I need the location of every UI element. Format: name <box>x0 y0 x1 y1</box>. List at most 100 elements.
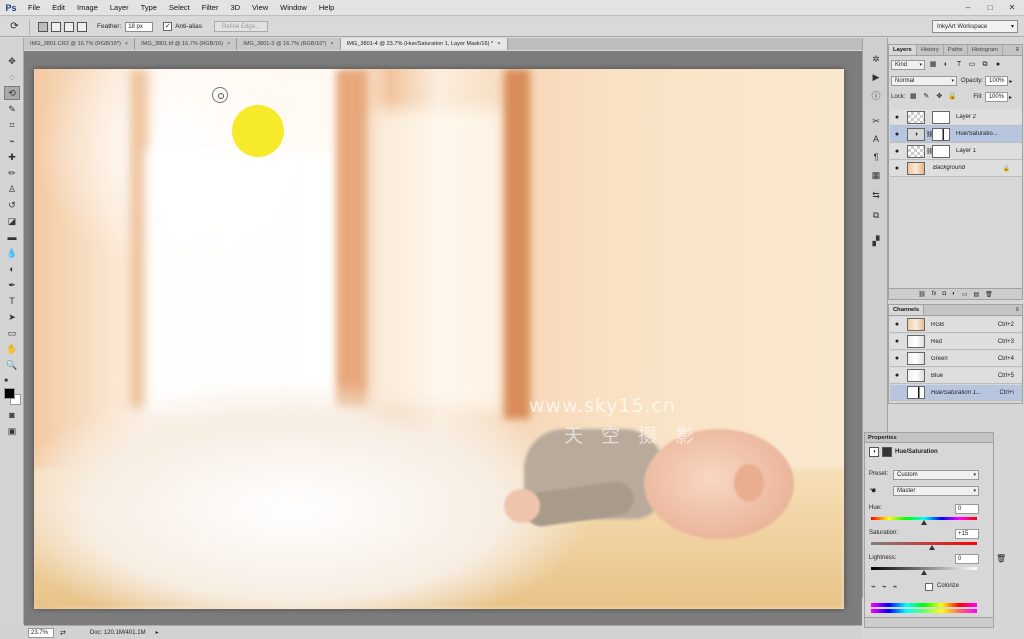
canvas-area[interactable]: www.sky15.cn 天 空 摄 影 <box>24 51 862 625</box>
foreground-color-swatch[interactable] <box>4 388 15 399</box>
new-group-icon[interactable]: ▭ <box>962 291 968 298</box>
saturation-slider[interactable] <box>871 542 977 545</box>
marquee-tool-icon[interactable]: ◌ <box>4 70 20 84</box>
pixel-filter-icon[interactable]: ▦ <box>928 60 938 70</box>
gradient-tool-icon[interactable]: ▬ <box>4 230 20 244</box>
filter-kind-select[interactable]: Kind ▾ <box>891 60 925 70</box>
new-adjustment-icon[interactable]: ◐ <box>952 291 956 297</box>
colorize-checkbox[interactable] <box>925 583 933 591</box>
layer-row-hue-saturation[interactable]: ● ◑ ⛓ Hue/Saturatio... <box>890 126 1022 143</box>
close-icon[interactable]: × <box>330 41 333 47</box>
crop-tool-icon[interactable]: ⌗ <box>4 118 20 132</box>
tab-document-2[interactable]: IMG_3801.tif @ 16.7% (RGB/16) × <box>135 38 238 50</box>
quick-selection-tool-icon[interactable]: ✎ <box>4 102 20 116</box>
layer-mask-thumbnail[interactable] <box>932 144 950 158</box>
brush-presets-icon[interactable]: ▞ <box>869 234 883 248</box>
tab-document-1[interactable]: IMG_3801.CR2 @ 16.7% (RGB/16*) × <box>24 38 136 50</box>
history-brush-tool-icon[interactable]: ↺ <box>4 198 20 212</box>
workspace-select[interactable]: InkyArt Workspace ▾ <box>932 20 1018 33</box>
channel-row-hue-saturation-mask[interactable]: Hue/Saturation 1... Ctrl+\ <box>890 385 1022 401</box>
refine-edge-button[interactable]: Refine Edge... <box>213 21 268 32</box>
preset-select[interactable]: Custom ▾ <box>893 470 979 480</box>
type-tool-icon[interactable]: T <box>4 294 20 308</box>
brush-tool-icon[interactable]: ✏ <box>4 166 20 180</box>
tab-document-3[interactable]: IMG_3801-3 @ 16.7% (RGB/16*) × <box>237 38 341 50</box>
menu-3d[interactable]: 3D <box>224 3 246 12</box>
share-icon[interactable]: ⇄ <box>60 629 66 637</box>
healing-brush-tool-icon[interactable]: ✚ <box>4 150 20 164</box>
eye-icon[interactable]: ● <box>890 148 904 155</box>
channel-row-green[interactable]: ● Green Ctrl+4 <box>890 351 1022 367</box>
doc-size-info[interactable]: Doc: 120.1M/401.1M <box>90 630 146 636</box>
pen-tool-icon[interactable]: ✒ <box>4 278 20 292</box>
subtract-from-selection-button[interactable] <box>64 21 74 32</box>
lightness-input[interactable]: 0 <box>955 554 979 564</box>
eyedropper-minus-icon[interactable]: ⌁ <box>893 582 898 591</box>
trash-icon[interactable]: 🗑 <box>996 554 1006 563</box>
maximize-button[interactable]: □ <box>980 1 1000 13</box>
navigator-icon[interactable]: ✲ <box>869 52 883 66</box>
adjustment-icon[interactable]: ◑ <box>869 447 879 457</box>
channel-row-blue[interactable]: ● Blue Ctrl+5 <box>890 368 1022 384</box>
eye-icon[interactable]: ● <box>890 131 904 138</box>
lock-all-icon[interactable]: 🔒 <box>947 92 957 102</box>
clone-source-icon[interactable]: ⧉ <box>869 208 883 222</box>
menu-help[interactable]: Help <box>313 3 340 12</box>
new-selection-button[interactable] <box>38 21 48 32</box>
mask-icon[interactable] <box>882 447 892 457</box>
feather-input[interactable]: 18 px <box>125 21 154 32</box>
layer-row-background[interactable]: ● Background 🔒 <box>890 160 1022 177</box>
adjustment-filter-icon[interactable]: ◐ <box>941 60 951 70</box>
minimize-button[interactable]: – <box>958 1 978 13</box>
antialias-checkbox[interactable]: ✓ <box>163 22 173 31</box>
layer-row-layer-2[interactable]: ● Layer 2 <box>890 109 1022 126</box>
shape-filter-icon[interactable]: ▭ <box>967 60 977 70</box>
menu-edit[interactable]: Edit <box>46 3 71 12</box>
blur-tool-icon[interactable]: 💧 <box>4 246 20 260</box>
eye-icon[interactable]: ● <box>890 355 904 362</box>
eye-icon[interactable]: ● <box>890 165 904 172</box>
clone-stamp-tool-icon[interactable]: ♙ <box>4 182 20 196</box>
default-colors-icon[interactable]: ■ <box>2 374 10 388</box>
blend-mode-select[interactable]: Normal ▾ <box>891 76 957 86</box>
tool-preset-picker[interactable]: ⟳ <box>0 18 30 35</box>
add-to-selection-button[interactable] <box>51 21 61 32</box>
move-tool-icon[interactable]: ✥ <box>4 54 20 68</box>
tab-channels[interactable]: Channels <box>889 305 925 315</box>
lasso-tool-icon[interactable]: ⟲ <box>4 86 20 100</box>
layer-row-layer-1[interactable]: ● ⛓ Layer 1 <box>890 143 1022 160</box>
zoom-tool-icon[interactable]: 🔍 <box>4 358 20 372</box>
intersect-selection-button[interactable] <box>77 21 87 32</box>
screen-mode-icon[interactable]: ▣ <box>4 424 20 438</box>
tab-history[interactable]: History <box>917 45 944 55</box>
lock-position-icon[interactable]: ✥ <box>934 92 944 102</box>
close-icon[interactable]: × <box>125 41 128 47</box>
saturation-input[interactable]: +15 <box>955 529 979 539</box>
smart-object-filter-icon[interactable]: ⧉ <box>980 60 990 70</box>
link-layers-icon[interactable]: ⛓ <box>918 291 926 298</box>
chevron-right-icon[interactable]: ▸ <box>1009 94 1012 101</box>
eye-icon[interactable]: ● <box>890 338 904 345</box>
add-mask-icon[interactable]: ◘ <box>943 291 947 297</box>
channel-row-rgb[interactable]: ● RGB Ctrl+2 <box>890 317 1022 333</box>
character-icon[interactable]: A <box>869 132 883 146</box>
eyedropper-tool-icon[interactable]: ⌁ <box>4 134 20 148</box>
close-icon[interactable]: × <box>497 41 500 47</box>
menu-window[interactable]: Window <box>274 3 313 12</box>
lightness-slider-knob[interactable] <box>921 570 927 575</box>
close-button[interactable]: ✕ <box>1002 1 1022 13</box>
lock-transparent-icon[interactable]: ▦ <box>908 92 918 102</box>
tab-paths[interactable]: Paths <box>944 45 968 55</box>
filter-toggle-icon[interactable]: ● <box>993 60 1003 70</box>
targeted-adjustment-icon[interactable]: ☚ <box>869 486 876 495</box>
menu-view[interactable]: View <box>246 3 274 12</box>
opacity-input[interactable]: 100% <box>985 76 1009 86</box>
new-layer-icon[interactable]: ▤ <box>973 291 979 298</box>
tab-layers[interactable]: Layers <box>889 45 917 55</box>
swatches-icon[interactable]: ▦ <box>869 168 883 182</box>
menu-file[interactable]: File <box>22 3 46 12</box>
dodge-tool-icon[interactable]: ◐ <box>4 262 20 276</box>
tab-document-4[interactable]: IMG_3801-4 @ 23.7% (Hue/Saturation 1, La… <box>340 38 508 50</box>
eraser-tool-icon[interactable]: ◪ <box>4 214 20 228</box>
channel-row-red[interactable]: ● Red Ctrl+3 <box>890 334 1022 350</box>
